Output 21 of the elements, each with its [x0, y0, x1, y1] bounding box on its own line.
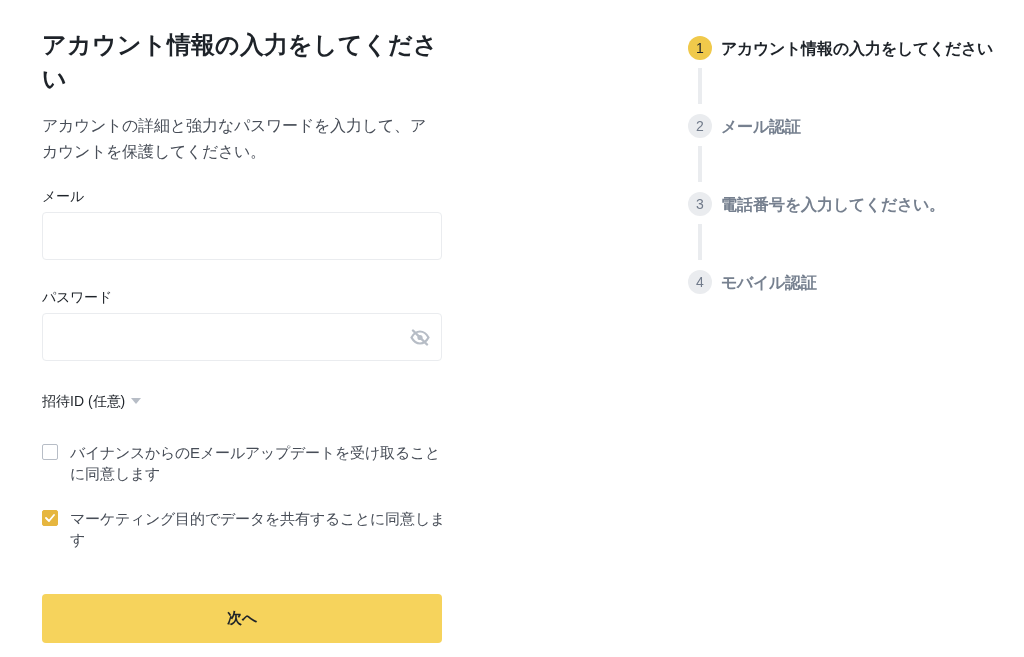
step-label: アカウント情報の入力をしてください [721, 38, 993, 59]
step-number: 3 [688, 192, 712, 216]
referral-toggle[interactable]: 招待ID (任意) [42, 391, 142, 411]
page-subtitle: アカウントの詳細と強力なパスワードを入力して、アカウントを保護してください。 [42, 115, 427, 162]
field-label: パスワード [42, 288, 112, 307]
check-icon [45, 514, 55, 522]
consent-text: マーケティング目的でデータを共有することに同意します [70, 509, 446, 550]
step-number: 1 [688, 36, 712, 60]
step-label: モバイル認証 [721, 272, 817, 293]
step-label: 電話番号を入力してください。 [721, 194, 945, 215]
eye-off-icon[interactable] [410, 328, 430, 346]
password-field[interactable] [42, 313, 442, 361]
step-label: メール認証 [721, 116, 801, 137]
step-number: 2 [688, 114, 712, 138]
page-title: アカウント情報の入力をしてください [42, 30, 439, 94]
consent-text: バイナンスからのEメールアップデートを受け取ることに同意します [70, 443, 441, 484]
checkbox[interactable] [42, 444, 58, 460]
field-label: メール [42, 187, 84, 206]
next-button[interactable]: 次へ [42, 594, 442, 643]
checkbox[interactable] [42, 510, 58, 526]
step-number: 4 [688, 270, 712, 294]
